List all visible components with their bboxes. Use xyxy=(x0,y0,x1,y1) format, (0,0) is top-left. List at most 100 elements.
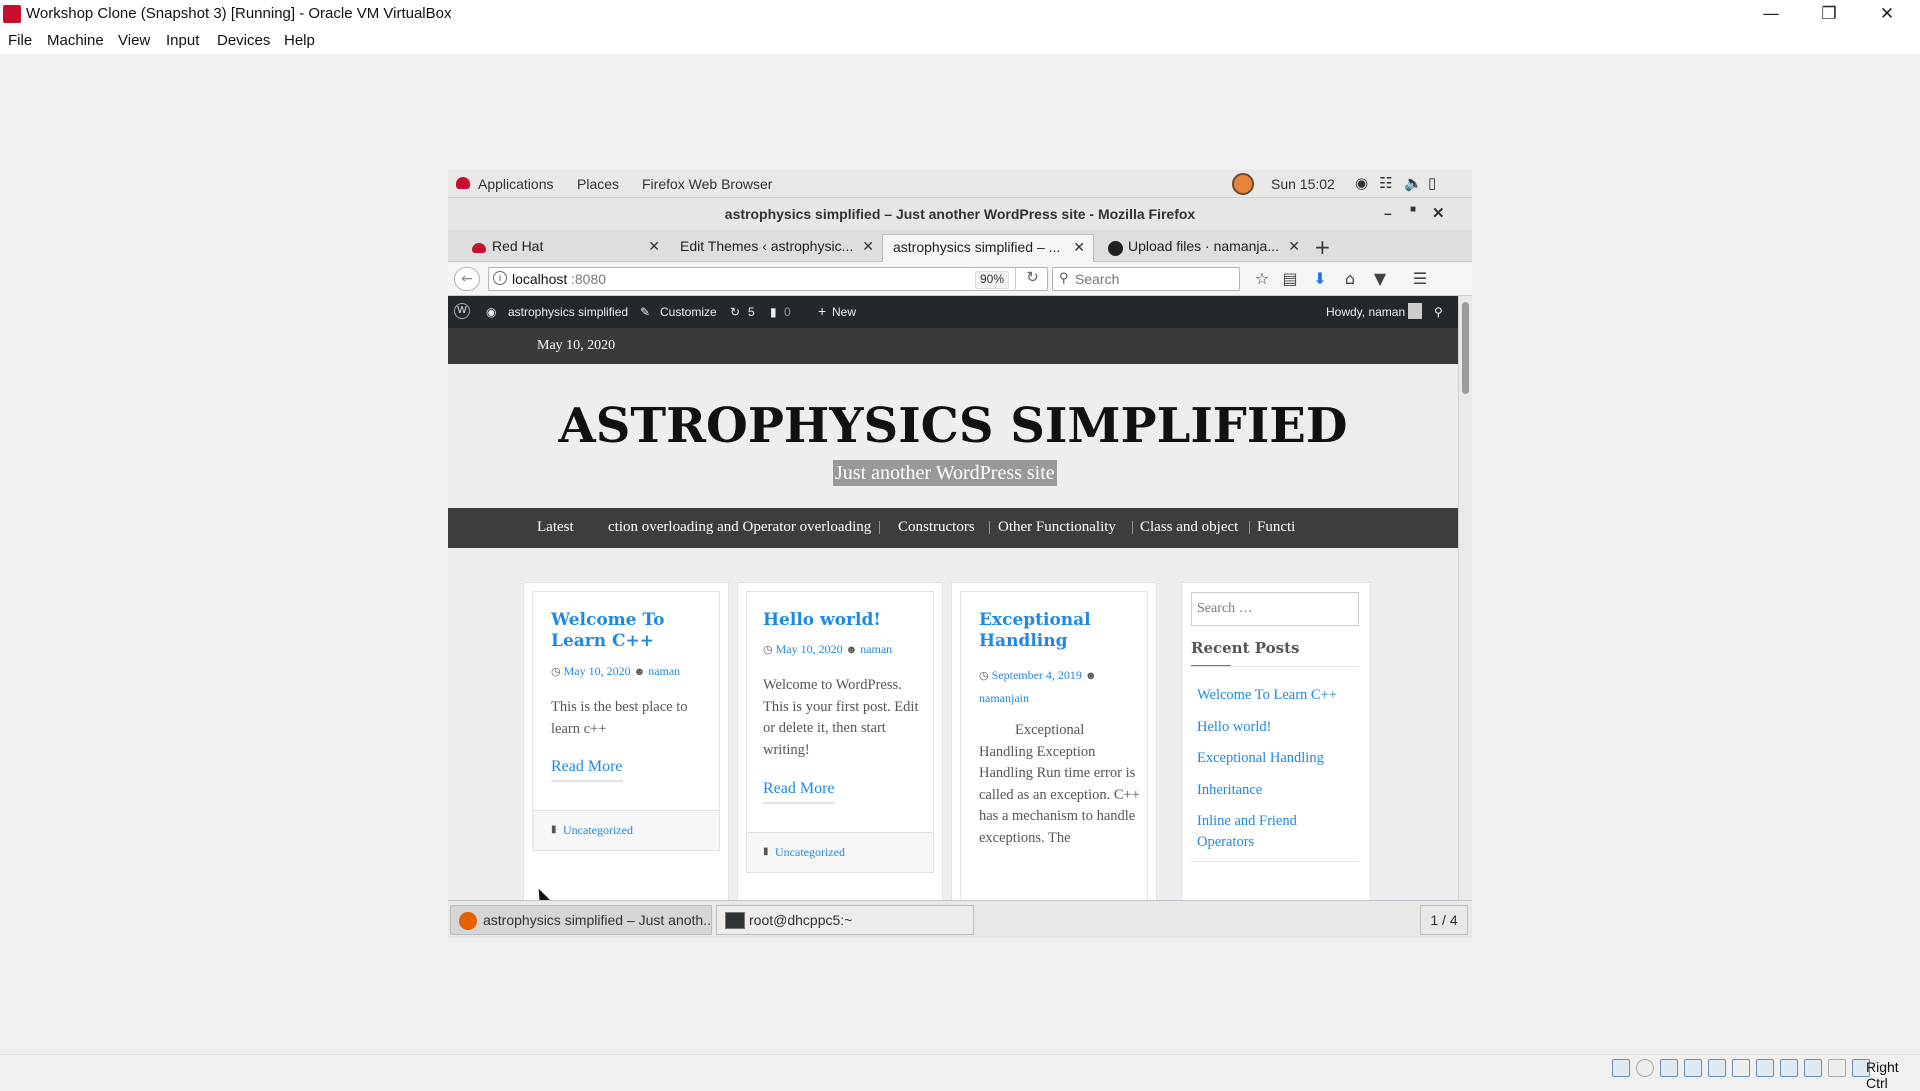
avatar[interactable] xyxy=(1408,303,1422,319)
site-info-icon[interactable]: i xyxy=(493,271,507,285)
read-more-link[interactable]: Read More xyxy=(551,758,623,782)
minimize-icon[interactable]: — xyxy=(1742,0,1800,28)
downloads-icon[interactable]: ⬇ xyxy=(1308,268,1332,290)
battery-icon[interactable]: ▯ xyxy=(1428,174,1436,192)
post-author[interactable]: namanjain xyxy=(979,691,1029,705)
wp-new[interactable]: New xyxy=(832,305,856,319)
post-author[interactable]: naman xyxy=(860,642,892,656)
post-category[interactable]: Uncategorized xyxy=(563,823,633,838)
menu-machine[interactable]: Machine xyxy=(47,32,104,49)
nav-item-constructors[interactable]: Constructors xyxy=(898,519,975,536)
nav-item-other-functionality[interactable]: Other Functionality xyxy=(998,519,1116,536)
read-more-link[interactable]: Read More xyxy=(763,780,835,804)
tab-close-icon[interactable]: ✕ xyxy=(1073,239,1085,256)
workspace-indicator[interactable]: 1 / 4 xyxy=(1420,905,1468,935)
firefox-minimize-icon[interactable]: – xyxy=(1384,205,1392,221)
network-icon[interactable]: ☷ xyxy=(1379,174,1392,192)
site-title[interactable]: ASTROPHYSICS SIMPLIFIED xyxy=(448,398,1458,454)
post-date[interactable]: May 10, 2020 xyxy=(776,642,843,656)
home-icon[interactable]: ⌂ xyxy=(1338,268,1362,290)
virtualization-icon[interactable] xyxy=(1804,1059,1822,1077)
shared-folders-icon[interactable] xyxy=(1732,1059,1750,1077)
firefox-close-icon[interactable]: ✕ xyxy=(1432,204,1445,222)
recent-post-link[interactable]: Hello world! xyxy=(1197,717,1272,738)
close-icon[interactable]: ✕ xyxy=(1858,0,1916,28)
reading-list-icon[interactable]: ▤ xyxy=(1278,268,1302,290)
wordpress-logo-icon[interactable]: W xyxy=(454,303,470,319)
sidebar-search-input[interactable]: Search … xyxy=(1191,592,1359,626)
recent-post-link[interactable]: Inline and Friend Operators xyxy=(1197,811,1327,853)
recent-post-link[interactable]: Exceptional Handling xyxy=(1197,748,1324,769)
volume-icon[interactable]: 🔈 xyxy=(1404,174,1423,192)
recent-post-link[interactable]: Inheritance xyxy=(1197,780,1262,801)
display-icon[interactable] xyxy=(1756,1059,1774,1077)
video-capture-icon[interactable] xyxy=(1780,1059,1798,1077)
post-author[interactable]: naman xyxy=(648,664,680,678)
hard-disk-icon[interactable] xyxy=(1612,1059,1630,1077)
nav-item-overloading[interactable]: ction overloading and Operator overloadi… xyxy=(608,519,871,536)
author-icon: ☻ xyxy=(1084,670,1097,682)
wp-search-icon[interactable]: ⚲ xyxy=(1434,305,1443,319)
pocket-icon[interactable]: ▼ xyxy=(1368,268,1392,290)
post-title[interactable]: Hello world! xyxy=(763,610,923,631)
update-notification-icon[interactable] xyxy=(1232,173,1254,195)
optical-drive-icon[interactable] xyxy=(1636,1059,1654,1077)
post-category[interactable]: Uncategorized xyxy=(775,845,845,860)
restore-icon[interactable]: ❐ xyxy=(1800,0,1858,28)
wp-comments-count[interactable]: 0 xyxy=(784,305,791,319)
post-card: Hello world! ◷ May 10, 2020 ☻ naman Welc… xyxy=(746,591,934,873)
tab-close-icon[interactable]: ✕ xyxy=(862,238,874,255)
post-title[interactable]: Exceptional Handling xyxy=(979,610,1139,652)
menu-help[interactable]: Help xyxy=(284,32,315,49)
clock[interactable]: Sun 15:02 xyxy=(1271,176,1335,192)
tab-close-icon[interactable]: ✕ xyxy=(648,238,660,255)
usb-icon[interactable] xyxy=(1708,1059,1726,1077)
scrollbar-thumb[interactable] xyxy=(1462,302,1469,394)
menu-file[interactable]: File xyxy=(8,32,32,49)
nav-item-class-and-object[interactable]: Class and object xyxy=(1140,519,1238,536)
tab-edit-themes[interactable]: Edit Themes ‹ astrophysic... ✕ xyxy=(670,234,882,262)
post-date[interactable]: September 4, 2019 xyxy=(992,668,1082,682)
tab-label: Upload files · namanja... xyxy=(1128,238,1279,254)
post-title[interactable]: Welcome To Learn C++ xyxy=(551,610,711,652)
menu-view[interactable]: View xyxy=(118,32,150,49)
wp-customize[interactable]: Customize xyxy=(660,305,717,319)
menu-devices[interactable]: Devices xyxy=(217,32,270,49)
search-bar[interactable]: ⚲ Search xyxy=(1052,267,1240,291)
url-bar[interactable]: i localhost :8080 90% ↻ xyxy=(488,267,1048,291)
task-terminal[interactable]: root@dhcppc5:~ xyxy=(716,905,974,935)
mouse-integration-icon[interactable] xyxy=(1828,1059,1846,1077)
zoom-level[interactable]: 90% xyxy=(975,271,1009,289)
places-menu[interactable]: Places xyxy=(577,176,619,192)
post-date[interactable]: May 10, 2020 xyxy=(564,664,631,678)
new-tab-icon[interactable]: + xyxy=(1314,235,1331,259)
nav-item-functi[interactable]: Functi xyxy=(1257,519,1295,536)
virtualbox-statusbar: Right Ctrl xyxy=(0,1054,1920,1091)
audio-icon[interactable] xyxy=(1660,1059,1678,1077)
wp-site-name[interactable]: astrophysics simplified xyxy=(508,305,628,319)
active-app-menu[interactable]: Firefox Web Browser xyxy=(642,176,772,192)
recent-post-link[interactable]: Welcome To Learn C++ xyxy=(1197,685,1337,706)
search-placeholder: Search xyxy=(1075,271,1120,287)
hamburger-menu-icon[interactable]: ☰ xyxy=(1408,268,1432,290)
page-scrollbar[interactable] xyxy=(1458,296,1472,900)
accessibility-icon[interactable]: ◉ xyxy=(1355,174,1368,192)
network-adapter-icon[interactable] xyxy=(1684,1059,1702,1077)
wp-updates-count[interactable]: 5 xyxy=(748,305,755,319)
page-viewport[interactable]: W ◉ astrophysics simplified ✎ Customize … xyxy=(448,296,1472,900)
menu-input[interactable]: Input xyxy=(166,32,199,49)
tab-github-upload[interactable]: Upload files · namanja... ✕ xyxy=(1096,234,1308,262)
task-firefox[interactable]: astrophysics simplified – Just anoth... xyxy=(450,905,712,935)
tab-close-icon[interactable]: ✕ xyxy=(1288,238,1300,255)
tab-label: Red Hat xyxy=(492,238,544,254)
tab-astrophysics-active[interactable]: astrophysics simplified – ... ✕ xyxy=(882,234,1094,262)
back-icon[interactable]: ← xyxy=(454,267,480,291)
tab-redhat[interactable]: Red Hat ✕ xyxy=(456,234,668,262)
firefox-maximize-icon[interactable]: ■ xyxy=(1410,204,1416,215)
nav-separator: | xyxy=(1248,519,1252,535)
applications-menu[interactable]: Applications xyxy=(478,176,554,192)
wp-howdy[interactable]: Howdy, naman xyxy=(1326,305,1405,319)
guest-screen[interactable]: Applications Places Firefox Web Browser … xyxy=(448,170,1472,938)
bookmark-star-icon[interactable]: ☆ xyxy=(1250,268,1274,290)
reload-icon[interactable]: ↻ xyxy=(1015,268,1049,290)
